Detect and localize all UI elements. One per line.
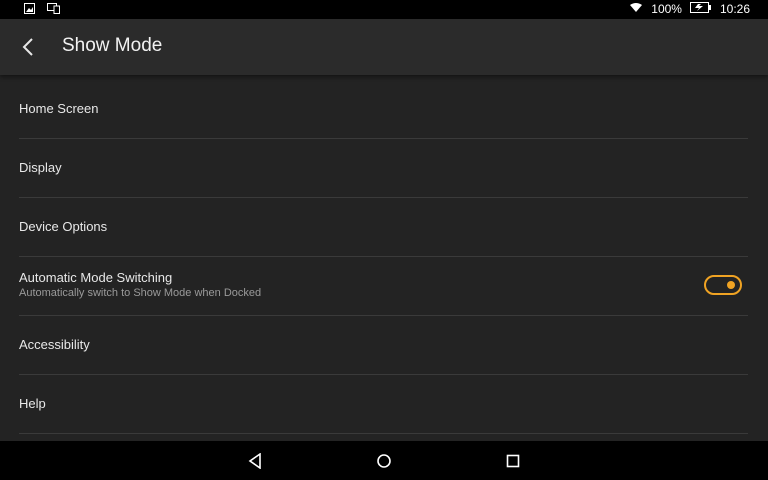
battery-icon — [689, 2, 712, 17]
home-circle-icon[interactable] — [374, 451, 394, 471]
settings-list: Home Screen Display Device Options Autom… — [0, 80, 768, 434]
cast-icon — [47, 3, 60, 17]
settings-item-label: Display — [19, 160, 62, 175]
back-triangle-icon[interactable] — [245, 451, 265, 471]
settings-item-label: Automatic Mode Switching — [19, 270, 173, 285]
settings-item-label: Device Options — [19, 219, 108, 234]
app-bar: Show Mode — [0, 19, 768, 75]
settings-item-automatic-mode-switching[interactable]: Automatic Mode Switching Automatically s… — [19, 257, 748, 316]
recents-square-icon[interactable] — [503, 451, 523, 471]
settings-item-label: Help — [19, 396, 46, 411]
settings-item-subtitle: Automatically switch to Show Mode when D… — [19, 287, 262, 299]
settings-item-help[interactable]: Help — [19, 375, 748, 434]
settings-item-device-options[interactable]: Device Options — [19, 198, 748, 257]
settings-item-label: Home Screen — [19, 101, 99, 116]
status-right: 100% 10:26 — [629, 2, 750, 17]
battery-percent: 100% — [651, 2, 682, 16]
settings-item-home-screen[interactable]: Home Screen — [19, 80, 748, 139]
wifi-icon — [629, 2, 643, 17]
status-left-icons — [24, 3, 60, 17]
status-bar: 100% 10:26 — [0, 0, 768, 19]
clock: 10:26 — [719, 2, 750, 16]
toggle-knob — [727, 281, 735, 289]
image-icon — [24, 3, 35, 17]
navigation-bar — [0, 441, 768, 480]
settings-item-accessibility[interactable]: Accessibility — [19, 316, 748, 375]
automatic-mode-switching-toggle[interactable] — [704, 275, 742, 295]
settings-item-display[interactable]: Display — [19, 139, 748, 198]
page-title: Show Mode — [62, 35, 163, 56]
settings-item-label: Accessibility — [19, 337, 90, 352]
chevron-left-icon[interactable] — [12, 31, 44, 63]
